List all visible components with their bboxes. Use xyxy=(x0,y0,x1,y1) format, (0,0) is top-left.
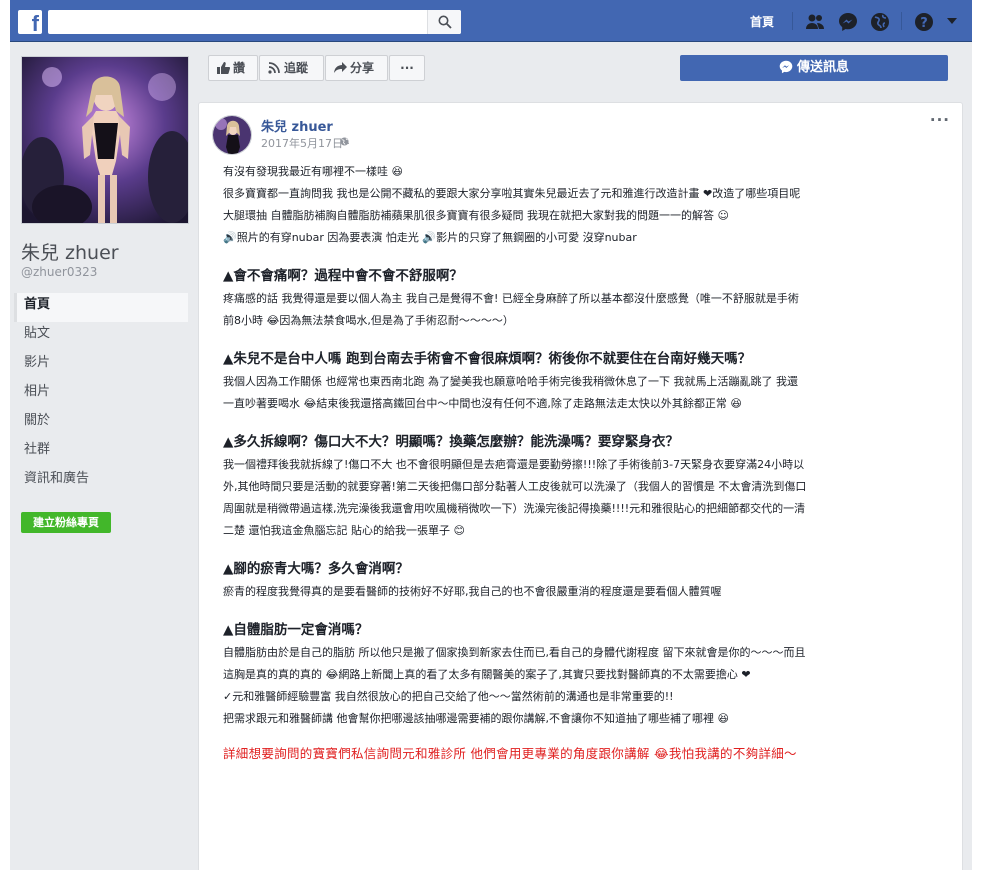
sidebar-item-posts[interactable]: 貼文 xyxy=(14,322,188,351)
sidebar-navigation: 首頁 貼文 影片 相片 關於 社群 資訊和廣告 xyxy=(14,293,188,496)
caret-down-icon[interactable] xyxy=(946,16,958,26)
thumbs-up-icon xyxy=(217,62,230,74)
post-line: 有沒有發現我最近有哪裡不一樣哇 😆 xyxy=(223,165,403,178)
post-highlight-line: 詳細想要詢問的寶寶們私信詢問元和雅診所 他們會用更專業的角度跟你講解 😂我怕我講… xyxy=(223,746,797,761)
post-body: 有沒有發現我最近有哪裡不一樣哇 😆 很多寶寶都一直詢問我 我也是公開不藏私的要跟… xyxy=(223,161,953,765)
post-timestamp[interactable]: 2017年5月17日 · xyxy=(261,135,350,151)
follow-label: 追蹤 xyxy=(284,61,309,75)
post-line: 瘀青的程度我覺得真的是要看醫師的技術好不好耶,我自己的也不會很嚴重消的程度還是要… xyxy=(223,585,722,598)
friends-icon[interactable] xyxy=(805,12,825,32)
profile-picture[interactable] xyxy=(21,56,189,224)
logo-letter: f xyxy=(31,11,39,36)
post-line: 疼痛感的話 我覺得還是要以個人為主 我自己是覺得不會! 已經全身麻醉了所以基本都… xyxy=(223,292,799,305)
post-line: 大腿環抽 自體脂肪補胸自體脂肪補蘋果肌很多寶寶有很多疑問 我現在就把大家對我的問… xyxy=(223,209,729,222)
create-page-button[interactable]: 建立粉絲專頁 xyxy=(21,512,111,533)
send-message-button[interactable]: 傳送訊息 xyxy=(680,55,948,81)
top-navigation-bar: f 首頁 ? xyxy=(10,0,972,42)
share-arrow-icon xyxy=(334,62,347,73)
page-frame: f 首頁 ? 朱兒 zhuer @zhuer0323 首頁 貼文 影片 相片 關… xyxy=(10,0,972,870)
post-card: 朱兒 zhuer 2017年5月17日 · ··· 有沒有發現我最近有哪裡不一樣… xyxy=(198,102,963,870)
like-label: 讚 xyxy=(233,61,246,75)
post-line: 周圍就是稍微帶過這樣,洗完澡後我還會用吹風機稍微吹一下）洗澡完後記得換藥!!!!… xyxy=(223,502,806,515)
post-line: 一直吵著要喝水 😂結束後我還搭高鐵回台中～中間也沒有任何不適,除了走路無法走太快… xyxy=(223,397,742,410)
messenger-icon[interactable] xyxy=(838,12,858,32)
post-line: 自體脂肪由於是自己的脂肪 所以他只是搬了個家換到新家去住而已,看自己的身體代謝程… xyxy=(223,646,806,659)
sidebar-item-photos[interactable]: 相片 xyxy=(14,380,188,409)
nav-home-link[interactable]: 首頁 xyxy=(750,13,774,30)
facebook-logo[interactable]: f xyxy=(18,10,42,36)
more-options-button[interactable]: ··· xyxy=(389,55,425,81)
like-button[interactable]: 讚 xyxy=(208,55,258,81)
help-icon[interactable]: ? xyxy=(914,12,934,32)
post-options-menu[interactable]: ··· xyxy=(930,111,950,129)
send-message-label: 傳送訊息 xyxy=(796,60,849,75)
post-line: 🔊照片的有穿nubar 因為要表演 怕走光 🔊影片的只穿了無鋼圈的小可愛 沒穿n… xyxy=(223,231,637,244)
post-section-heading: ▲腳的瘀青大嗎？多久會消啊？ xyxy=(223,561,409,577)
sidebar-item-videos[interactable]: 影片 xyxy=(14,351,188,380)
public-globe-icon xyxy=(340,137,349,146)
page-title: 朱兒 zhuer xyxy=(21,242,119,264)
post-line: 把需求跟元和雅醫師講 他會幫你把哪邊該抽哪邊需要補的跟你講解,不會讓你不知道抽了… xyxy=(223,712,729,725)
post-line: 前8小時 😂因為無法禁食喝水,但是為了手術忍耐～～～～） xyxy=(223,314,514,327)
post-section-heading: ▲會不會痛啊？過程中會不會不舒服啊？ xyxy=(223,268,463,284)
nav-divider xyxy=(901,12,902,30)
nav-divider xyxy=(792,12,793,30)
follow-button[interactable]: 追蹤 xyxy=(259,55,324,81)
author-avatar[interactable] xyxy=(212,115,252,155)
post-line: 很多寶寶都一直詢問我 我也是公開不藏私的要跟大家分享啦其實朱兒最近去了元和雅進行… xyxy=(223,187,801,200)
post-section-heading: ▲自體脂肪一定會消嗎？ xyxy=(223,622,369,638)
rss-follow-icon xyxy=(268,62,280,74)
post-section-heading: ▲多久拆線啊？傷口大不大？明顯嗎？換藥怎麼辦？能洗澡嗎？要穿緊身衣？ xyxy=(223,434,679,450)
search-input[interactable] xyxy=(48,10,461,34)
post-line: 二楚 還怕我這金魚腦忘記 貼心的給我一張單子 😊 xyxy=(223,524,465,537)
sidebar-item-home[interactable]: 首頁 xyxy=(14,293,188,322)
search-icon xyxy=(438,15,452,29)
globe-icon[interactable] xyxy=(870,12,890,32)
svg-text:?: ? xyxy=(920,16,928,31)
sidebar-item-info-and-ads[interactable]: 資訊和廣告 xyxy=(14,467,188,496)
post-author-link[interactable]: 朱兒 zhuer xyxy=(261,116,333,135)
page-handle[interactable]: @zhuer0323 xyxy=(21,265,97,279)
sidebar-item-about[interactable]: 關於 xyxy=(14,409,188,438)
post-line: 我一個禮拜後我就拆線了!傷口不大 也不會很明顯但是去疤膏還是要勤勞擦!!!除了手… xyxy=(223,458,805,471)
search-button[interactable] xyxy=(427,10,461,34)
post-section-heading: ▲朱兒不是台中人嗎 跑到台南去手術會不會很麻煩啊？術後你不就要住在台南好幾天嗎？ xyxy=(223,351,752,367)
post-line: 我個人因為工作關係 也經常也東西南北跑 為了變美我也願意哈哈手術完後我稍微休息了… xyxy=(223,375,798,388)
share-label: 分享 xyxy=(350,61,375,75)
messenger-icon xyxy=(779,60,793,74)
post-line: 這胸是真的真的真的 😂網路上新聞上真的看了太多有關醫美的案子了,其實只要找對醫師… xyxy=(223,668,751,681)
post-line: ✓元和雅醫師經驗豐富 我自然很放心的把自己交給了他～～當然術前的溝通也是非常重要… xyxy=(223,690,674,703)
post-line: 外,其他時間只要是活動的就要穿著!第二天後把傷口部分黏著人工皮後就可以洗澡了（我… xyxy=(223,480,807,493)
sidebar-item-community[interactable]: 社群 xyxy=(14,438,188,467)
share-button[interactable]: 分享 xyxy=(325,55,388,81)
